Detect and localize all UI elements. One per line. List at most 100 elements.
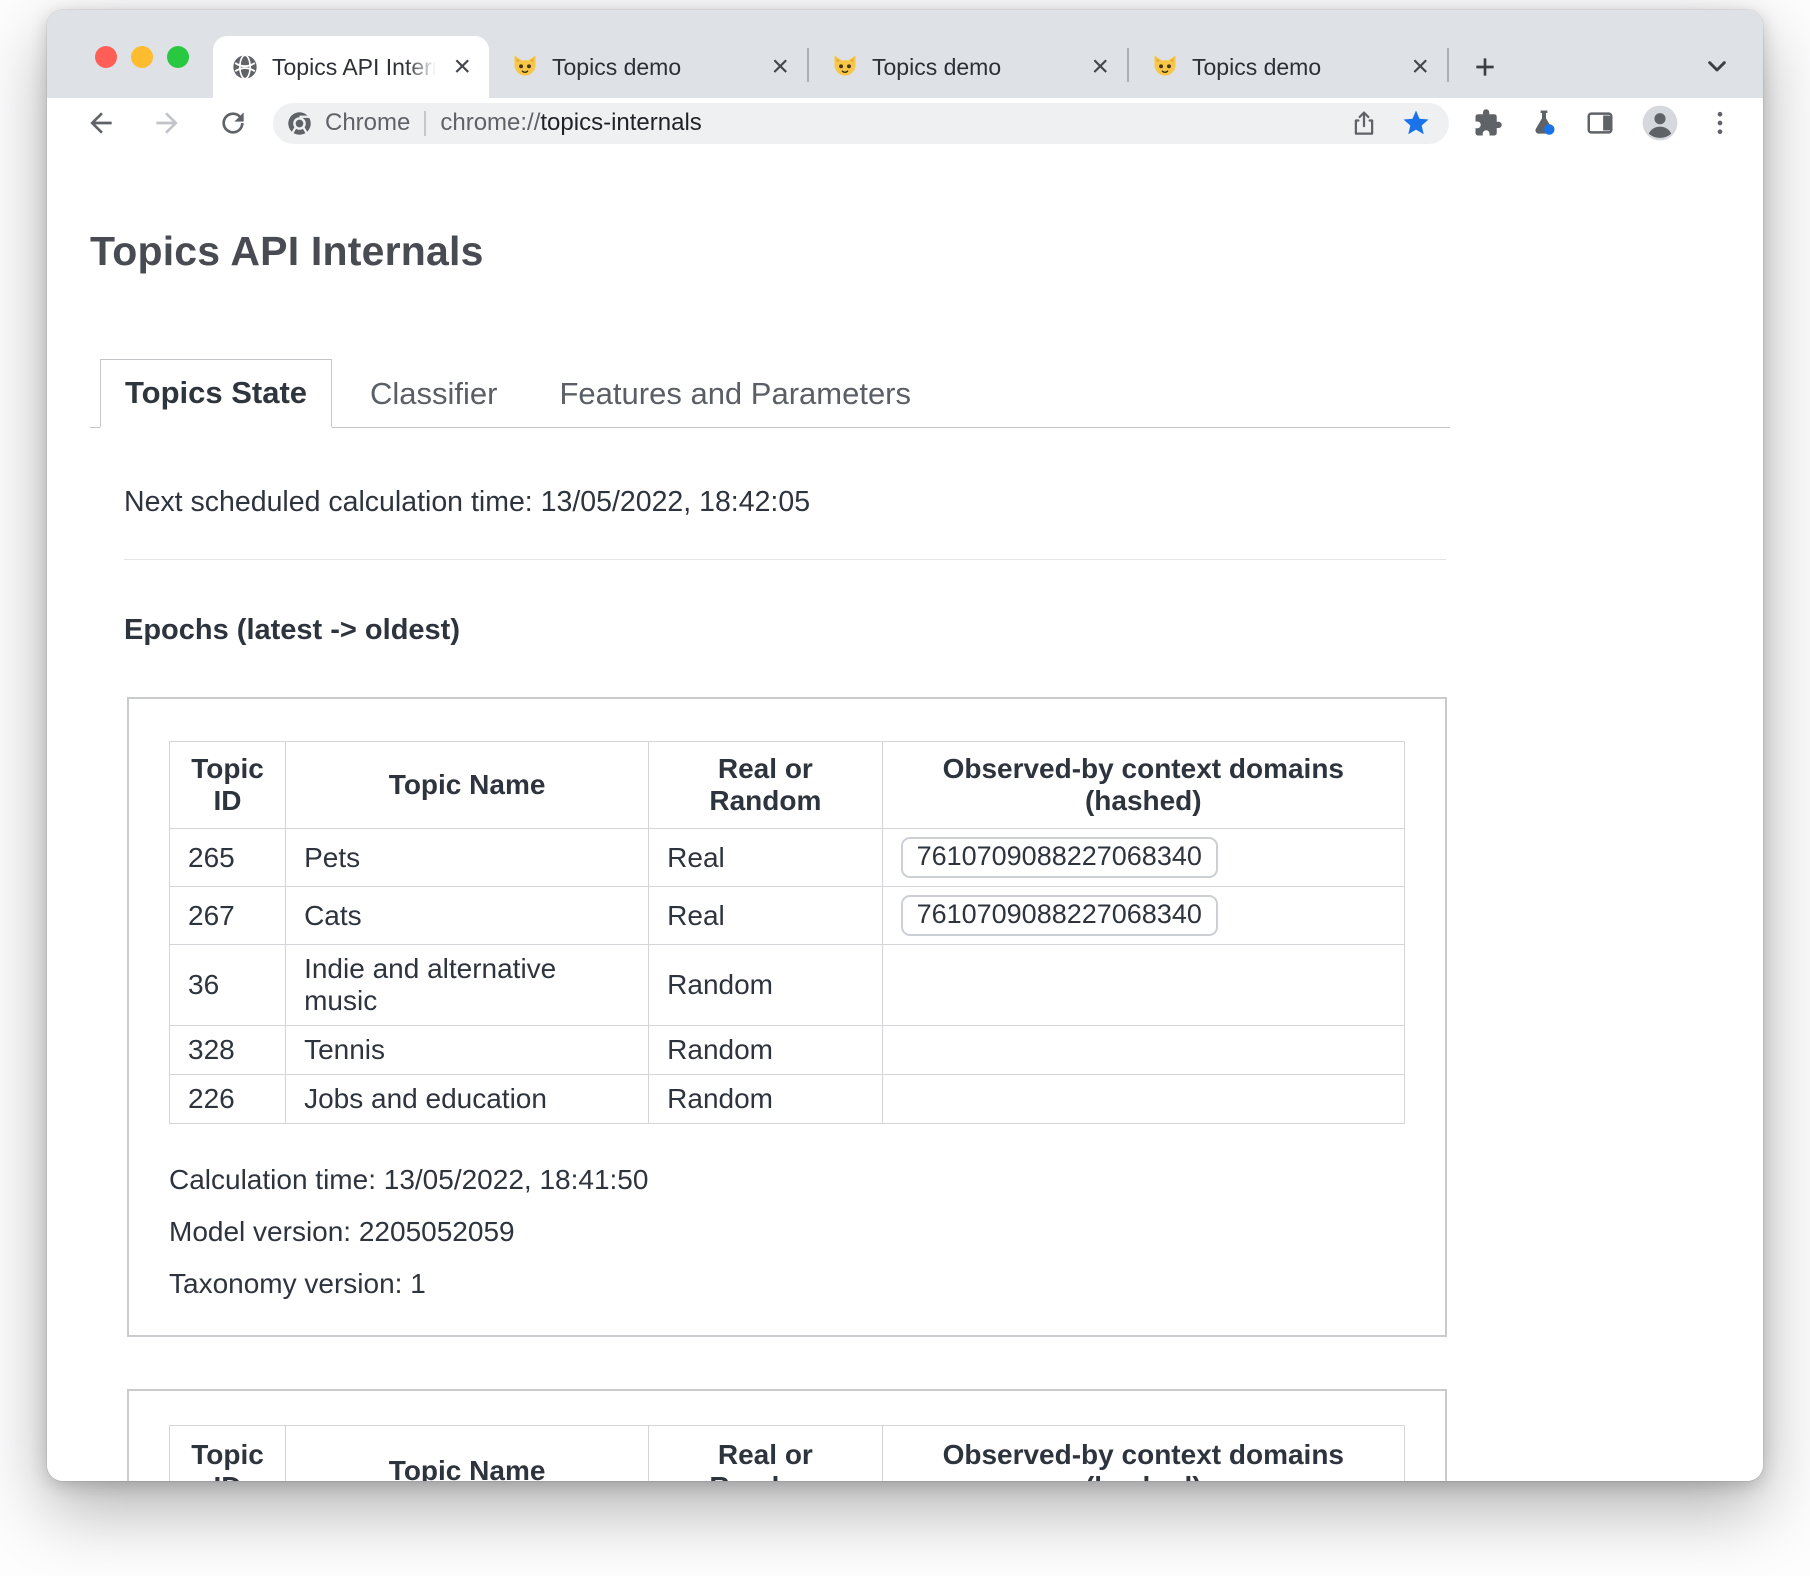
real-or-random-cell: Real [649,829,882,887]
tab-title: Topics demo [1192,54,1394,81]
tab-title: Topics demo [552,54,754,81]
side-panel-icon[interactable] [1585,108,1615,138]
tab-classifier[interactable]: Classifier [346,361,521,427]
omnibox-divider [424,111,426,136]
topic-name-cell: Tennis [286,1026,649,1075]
desktop-background: Topics API Intern × Topics demo × [0,0,1810,1576]
topic-name-cell: Jobs and education [286,1075,649,1124]
epoch-panel-2: Topic ID Topic Name Real or Random Obser… [127,1389,1447,1481]
address-bar[interactable]: Chrome chrome://topics-internals [273,103,1449,144]
table-header-row: Topic ID Topic Name Real or Random Obser… [170,1426,1405,1481]
chrome-logo-icon [286,110,313,137]
topic-name-cell: Cats [286,887,649,945]
table-header-row: Topic ID Topic Name Real or Random Obser… [170,742,1405,829]
domains-cell [882,1075,1404,1124]
table-row: 36 Indie and alternative music Random [170,945,1405,1026]
browser-toolbar: Chrome chrome://topics-internals [47,98,1763,152]
page-content: Topics API Internals Topics State Classi… [47,152,1763,1481]
plus-icon [1469,51,1501,83]
page-tab-bar: Topics State Classifier Features and Par… [90,359,1450,428]
domains-cell: 7610709088227068340 [882,887,1404,945]
col-topic-id: Topic ID [170,1426,286,1481]
epoch-panel-1: Topic ID Topic Name Real or Random Obser… [127,697,1447,1337]
close-tab-icon[interactable]: × [1407,52,1433,82]
new-tab-button[interactable] [1469,36,1501,98]
url-path: topics-internals [540,109,701,136]
back-icon[interactable] [85,107,117,139]
model-version: Model version: 2205052059 [169,1206,1405,1258]
table-row: 226 Jobs and education Random [170,1075,1405,1124]
real-or-random-cell: Random [649,1075,882,1124]
col-observed-domains: Observed-by context domains (hashed) [882,742,1404,829]
cat-icon [511,53,539,81]
browser-window: Topics API Intern × Topics demo × [47,10,1763,1481]
topic-id-cell: 226 [170,1075,286,1124]
tab-topics-demo-1[interactable]: Topics demo × [489,36,807,98]
epochs-heading: Epochs (latest -> oldest) [124,614,1446,647]
close-tab-icon[interactable]: × [449,52,475,82]
close-tab-icon[interactable]: × [1087,52,1113,82]
extensions-icon[interactable] [1473,108,1503,138]
window-controls [95,46,189,68]
toolbar-actions [1473,104,1735,142]
col-topic-name: Topic Name [286,1426,649,1481]
fullscreen-window-button[interactable] [167,46,189,68]
col-topic-name: Topic Name [286,742,649,829]
real-or-random-cell: Random [649,945,882,1026]
table-row: 328 Tennis Random [170,1026,1405,1075]
forward-icon[interactable] [151,107,183,139]
topic-id-cell: 36 [170,945,286,1026]
tab-separator [1447,48,1449,82]
table-row: 265 Pets Real 7610709088227068340 [170,829,1405,887]
section-divider [124,559,1446,560]
topic-name-cell: Indie and alternative music [286,945,649,1026]
close-tab-icon[interactable]: × [767,52,793,82]
bookmark-star-icon[interactable] [1401,108,1431,138]
topic-name-cell: Pets [286,829,649,887]
tab-topics-demo-3[interactable]: Topics demo × [1129,36,1447,98]
next-calculation-time: Next scheduled calculation time: 13/05/2… [124,486,1446,519]
domains-cell [882,945,1404,1026]
real-or-random-cell: Real [649,887,882,945]
tab-topics-state[interactable]: Topics State [100,359,332,428]
hashed-domain-chip[interactable]: 7610709088227068340 [901,895,1218,936]
minimize-window-button[interactable] [131,46,153,68]
close-window-button[interactable] [95,46,117,68]
person-icon [1641,104,1679,142]
topic-id-cell: 328 [170,1026,286,1075]
globe-icon [231,53,259,81]
cat-icon [1151,53,1179,81]
col-real-or-random: Real or Random [649,1426,882,1481]
tab-title: Topics API Intern [272,54,436,81]
col-real-or-random: Real or Random [649,742,882,829]
cat-icon [831,53,859,81]
col-topic-id: Topic ID [170,742,286,829]
topic-id-cell: 267 [170,887,286,945]
topic-id-cell: 265 [170,829,286,887]
epoch-meta: Calculation time: 13/05/2022, 18:41:50 M… [169,1154,1405,1309]
search-engine-label: Chrome [325,109,410,137]
epoch-table-2: Topic ID Topic Name Real or Random Obser… [169,1425,1405,1481]
table-row: 267 Cats Real 7610709088227068340 [170,887,1405,945]
calculation-time: Calculation time: 13/05/2022, 18:41:50 [169,1154,1405,1206]
profile-avatar[interactable] [1641,104,1679,142]
epoch-table-1: Topic ID Topic Name Real or Random Obser… [169,741,1405,1124]
tab-strip: Topics API Intern × Topics demo × [47,10,1763,98]
share-icon[interactable] [1349,108,1379,138]
page-title: Topics API Internals [90,228,1763,275]
tab-topics-api-internals[interactable]: Topics API Intern × [213,36,489,98]
domains-cell [882,1026,1404,1075]
tab-features-and-parameters[interactable]: Features and Parameters [536,361,936,427]
col-observed-domains: Observed-by context domains (hashed) [882,1426,1404,1481]
real-or-random-cell: Random [649,1026,882,1075]
domains-cell: 7610709088227068340 [882,829,1404,887]
menu-kebab-icon[interactable] [1705,108,1735,138]
url-text[interactable]: chrome://topics-internals [440,109,701,137]
url-scheme: chrome:// [440,109,540,136]
reload-icon[interactable] [217,107,249,139]
tab-search-chevron-icon[interactable] [1701,50,1733,82]
tab-title: Topics demo [872,54,1074,81]
hashed-domain-chip[interactable]: 7610709088227068340 [901,837,1218,878]
chrome-labs-beaker-icon[interactable] [1529,108,1559,138]
tab-topics-demo-2[interactable]: Topics demo × [809,36,1127,98]
